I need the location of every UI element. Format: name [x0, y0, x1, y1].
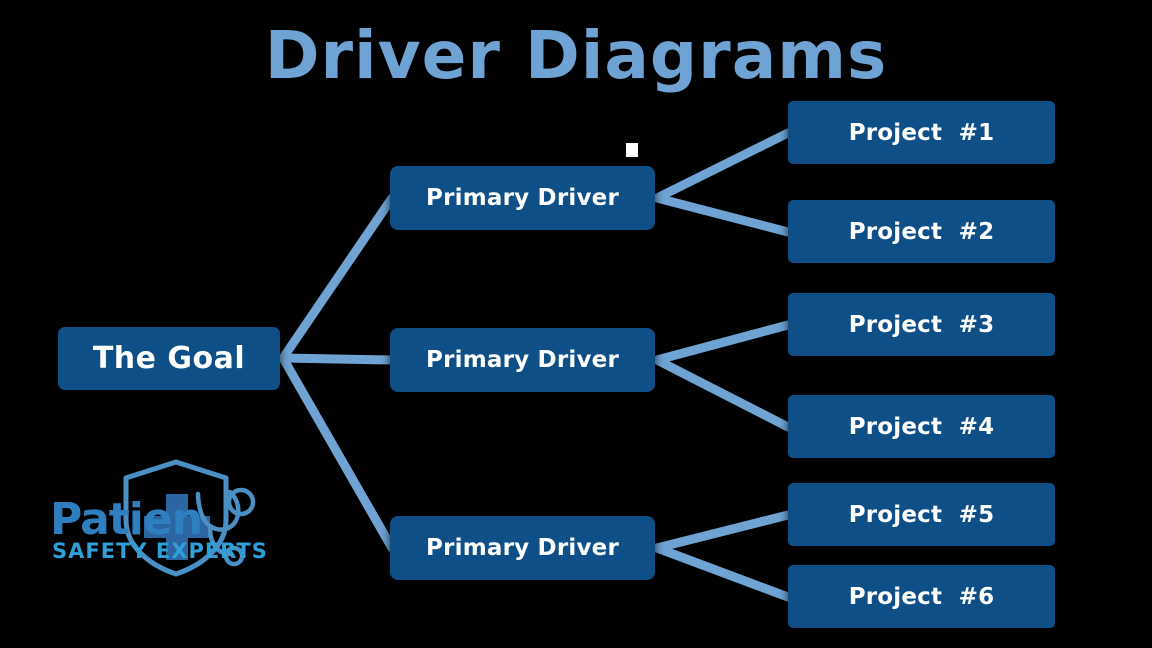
node-primary-driver-2-label: Primary Driver — [426, 347, 619, 373]
node-project-2-label: Project #2 — [848, 218, 995, 245]
node-project-4[interactable]: Project #4 — [788, 395, 1055, 458]
page-title: Driver Diagrams — [264, 17, 888, 94]
selection-handle-artifact[interactable] — [626, 143, 638, 157]
node-project-2[interactable]: Project #2 — [788, 200, 1055, 263]
node-project-3-label: Project #3 — [848, 311, 995, 338]
node-the-goal-label: The Goal — [92, 341, 246, 376]
node-project-3[interactable]: Project #3 — [788, 293, 1055, 356]
node-project-1[interactable]: Project #1 — [788, 101, 1055, 164]
node-project-6[interactable]: Project #6 — [788, 565, 1055, 628]
logo-patient-safety-experts: Patien SAFETY EXPERTS — [48, 458, 280, 578]
logo-wordmark-primary: Patien — [50, 494, 202, 545]
node-project-5[interactable]: Project #5 — [788, 483, 1055, 546]
node-primary-driver-1-label: Primary Driver — [426, 185, 619, 211]
node-project-5-label: Project #5 — [848, 501, 995, 528]
connector-driver-3-to-project-6 — [652, 543, 793, 602]
connector-goal-to-driver-2 — [278, 353, 397, 365]
connector-driver-2-to-project-3 — [652, 320, 793, 365]
connector-driver-1-to-project-2 — [652, 193, 793, 237]
node-primary-driver-1[interactable]: Primary Driver — [390, 166, 655, 230]
connector-goal-to-driver-1 — [278, 193, 397, 363]
node-primary-driver-3-label: Primary Driver — [426, 535, 619, 561]
slide-canvas: Driver Diagrams The Goal Primary Driver … — [0, 0, 1152, 648]
logo-wordmark-secondary: SAFETY EXPERTS — [52, 539, 268, 563]
node-project-1-label: Project #1 — [848, 119, 995, 146]
node-project-4-label: Project #4 — [848, 413, 995, 440]
node-primary-driver-2[interactable]: Primary Driver — [390, 328, 655, 392]
connector-driver-2-to-project-4 — [652, 355, 793, 432]
node-primary-driver-3[interactable]: Primary Driver — [390, 516, 655, 580]
connector-driver-3-to-project-5 — [652, 510, 793, 553]
connector-goal-to-driver-3 — [278, 353, 397, 553]
connector-driver-1-to-project-1 — [652, 128, 793, 203]
node-project-6-label: Project #6 — [848, 583, 995, 610]
node-the-goal[interactable]: The Goal — [58, 327, 280, 390]
